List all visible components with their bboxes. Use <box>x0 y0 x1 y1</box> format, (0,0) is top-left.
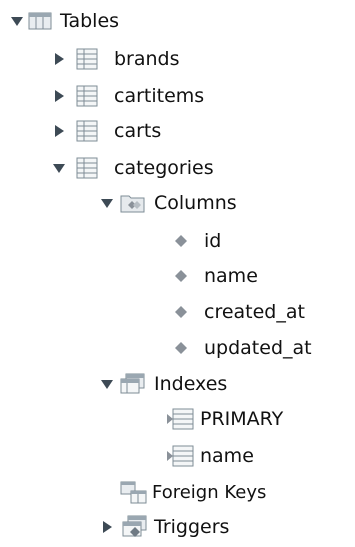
tree-node-column-updated-at[interactable]: updated_at <box>174 333 312 363</box>
tree-node-label: PRIMARY <box>200 408 284 430</box>
triggers-icon <box>122 515 148 539</box>
expand-arrow-down-icon[interactable] <box>52 161 66 175</box>
tree-node-triggers[interactable]: Triggers <box>100 512 229 542</box>
tree-node-label: name <box>204 265 258 287</box>
column-diamond-icon <box>174 234 188 248</box>
tree-node-label: Triggers <box>154 516 230 538</box>
tree-node-tables[interactable]: Tables <box>10 6 119 36</box>
column-diamond-icon <box>174 341 188 355</box>
column-diamond-icon <box>174 269 188 283</box>
expand-arrow-down-icon[interactable] <box>10 14 24 28</box>
tree-node-label: created_at <box>204 301 305 323</box>
tree-node-label: cartitems <box>114 85 205 107</box>
tree-node-columns[interactable]: Columns <box>100 188 237 218</box>
table-icon <box>76 120 98 142</box>
tree-node-label: categories <box>114 157 214 179</box>
tree-node-label: Foreign Keys <box>152 482 267 503</box>
tree-node-label: name <box>200 445 254 467</box>
columns-folder-icon <box>120 192 146 214</box>
tree-node-label: Indexes <box>154 373 228 395</box>
indexes-folder-icon <box>120 373 146 395</box>
tree-node-label: brands <box>114 48 180 70</box>
foreign-keys-icon <box>120 481 148 505</box>
tables-folder-icon <box>28 10 54 32</box>
tree-node-table-cartitems[interactable]: cartitems <box>52 81 204 111</box>
tree-node-foreign-keys[interactable]: Foreign Keys <box>120 478 266 508</box>
index-icon <box>166 408 194 430</box>
tree-node-label: Columns <box>154 192 237 214</box>
tree-node-index-primary[interactable]: PRIMARY <box>166 404 283 434</box>
tree-node-table-categories[interactable]: categories <box>52 153 214 183</box>
expand-arrow-right-icon[interactable] <box>100 520 114 534</box>
tree-node-table-brands[interactable]: brands <box>52 44 180 74</box>
column-diamond-icon <box>174 305 188 319</box>
table-icon <box>76 85 98 107</box>
tree-node-column-id[interactable]: id <box>174 226 221 256</box>
tree-node-label: updated_at <box>204 337 312 359</box>
table-icon <box>76 48 98 70</box>
tree-node-index-name[interactable]: name <box>166 441 254 471</box>
expand-arrow-down-icon[interactable] <box>100 377 114 391</box>
tree-node-table-carts[interactable]: carts <box>52 116 161 146</box>
tree-node-label: carts <box>114 120 162 142</box>
tree-node-column-name[interactable]: name <box>174 261 258 291</box>
expand-arrow-down-icon[interactable] <box>100 196 114 210</box>
tree-node-indexes[interactable]: Indexes <box>100 369 227 399</box>
expand-arrow-right-icon[interactable] <box>52 89 66 103</box>
index-icon <box>166 445 194 467</box>
tree-node-column-created-at[interactable]: created_at <box>174 297 305 327</box>
tree-node-label: Tables <box>60 10 120 32</box>
table-icon <box>76 157 98 179</box>
expand-arrow-right-icon[interactable] <box>52 124 66 138</box>
tree-node-label: id <box>204 230 222 252</box>
expand-arrow-right-icon[interactable] <box>52 52 66 66</box>
